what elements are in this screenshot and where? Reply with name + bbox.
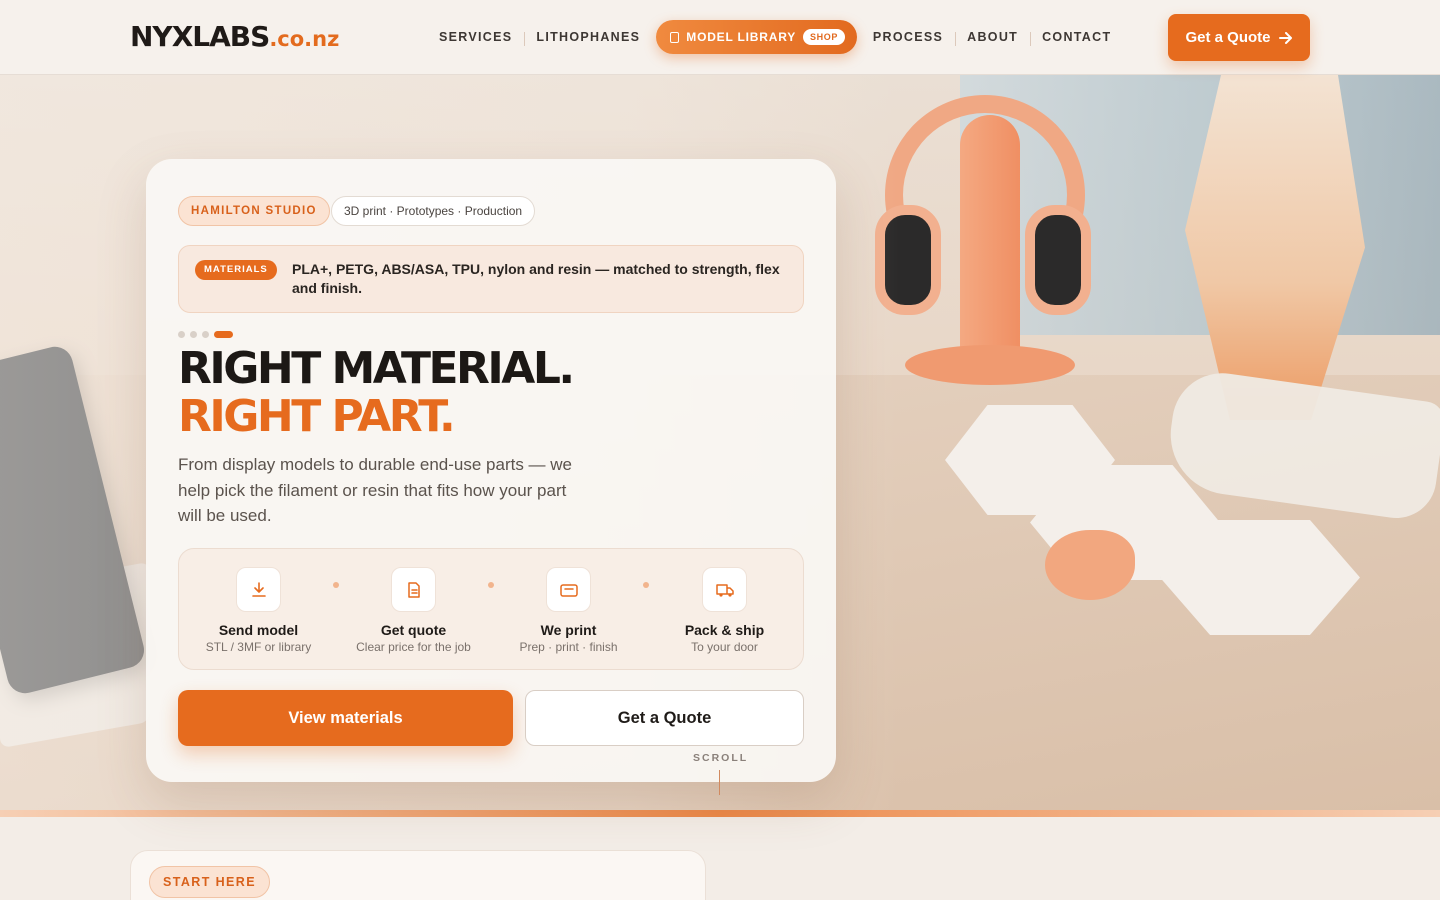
step-we-print: We print Prep · print · finish [491, 567, 646, 654]
truck-icon [702, 567, 747, 612]
printer-icon [546, 567, 591, 612]
view-materials-button[interactable]: View materials [178, 690, 513, 746]
nav-contact[interactable]: CONTACT [1030, 30, 1123, 46]
brand-tld: .co.nz [269, 27, 340, 51]
slide-indicator [178, 331, 233, 338]
step-send-model: Send model STL / 3MF or library [181, 567, 336, 654]
download-icon [236, 567, 281, 612]
nav-about[interactable]: ABOUT [955, 30, 1030, 46]
headphone-stand-base [905, 345, 1075, 385]
slide-dot-4[interactable] [214, 331, 233, 338]
process-steps: Send model STL / 3MF or library Get quot… [178, 548, 804, 670]
step-title: Get quote [380, 622, 447, 638]
materials-text: PLA+, PETG, ABS/ASA, TPU, nylon and resi… [292, 261, 780, 296]
nav-lithophanes[interactable]: LITHOPHANES [524, 30, 652, 46]
brand-logo[interactable]: NYXLABS.co.nz [130, 20, 339, 53]
shop-badge: SHOP [803, 29, 845, 45]
studio-chip: HAMILTON STUDIO [178, 196, 330, 226]
hero-get-quote-button[interactable]: Get a Quote [525, 690, 804, 746]
nav-links: SERVICES LITHOPHANES MODEL LIBRARY SHOP … [427, 20, 1123, 54]
clipboard-icon [670, 31, 680, 43]
hero-subtext: From display models to durable end-use p… [178, 455, 573, 525]
step-title: Send model [218, 622, 299, 638]
hero-accent-bar [0, 810, 1440, 817]
brand-name: NYXLABS [130, 20, 270, 53]
arrow-right-icon [1278, 31, 1292, 44]
step-title: We print [540, 622, 597, 638]
hero-headline: RIGHT MATERIAL. RIGHT PART. [178, 343, 575, 442]
step-title: Pack & ship [684, 622, 765, 638]
document-icon [391, 567, 436, 612]
start-here-chip: START HERE [149, 866, 270, 898]
materials-badge: MATERIALS [195, 260, 277, 280]
step-subtitle: Prep · print · finish [519, 640, 618, 654]
slide-dot-3[interactable] [202, 331, 209, 338]
vase-object [1185, 75, 1365, 420]
headline-line-1: RIGHT MATERIAL. [178, 343, 575, 394]
scroll-hint[interactable]: SCROLL [693, 752, 748, 764]
slide-dot-1[interactable] [178, 331, 185, 338]
get-quote-label: Get a Quote [1185, 29, 1271, 46]
nav-model-library-label: MODEL LIBRARY [686, 30, 797, 44]
materials-note: MATERIALS PLA+, PETG, ABS/ASA, TPU, nylo… [178, 245, 804, 313]
services-tags-chip: 3D print · Prototypes · Production [331, 196, 536, 226]
nav-model-library[interactable]: MODEL LIBRARY SHOP [656, 20, 857, 54]
hero-card: HAMILTON STUDIO 3D print · Prototypes · … [146, 159, 836, 782]
get-quote-button[interactable]: Get a Quote [1168, 14, 1310, 61]
nav-services[interactable]: SERVICES [427, 30, 524, 44]
step-subtitle: To your door [691, 640, 758, 654]
nav-process[interactable]: PROCESS [861, 30, 955, 44]
scroll-line [719, 770, 720, 795]
step-pack-ship: Pack & ship To your door [647, 567, 802, 654]
step-get-quote: Get quote Clear price for the job [336, 567, 491, 654]
slide-dot-2[interactable] [190, 331, 197, 338]
headline-line-2: RIGHT PART. [178, 391, 456, 442]
headphones-object [875, 95, 1095, 325]
bird-figurine [1045, 530, 1135, 600]
top-nav: NYXLABS.co.nz SERVICES LITHOPHANES MODEL… [0, 0, 1440, 75]
step-subtitle: STL / 3MF or library [205, 640, 312, 654]
step-subtitle: Clear price for the job [356, 640, 471, 654]
